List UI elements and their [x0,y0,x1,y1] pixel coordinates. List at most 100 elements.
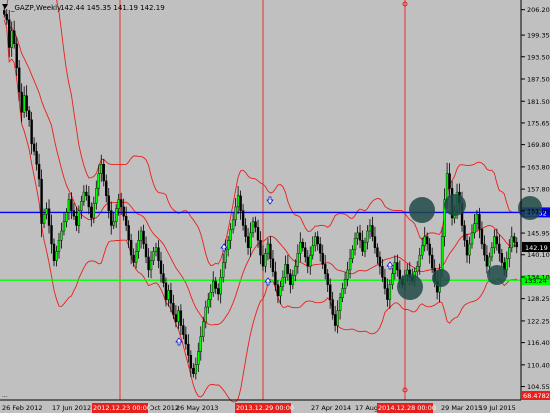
candle-body [214,280,217,289]
candle-body [77,210,81,226]
candle-body [463,225,466,241]
candle-body [52,243,56,261]
candle-body [105,180,108,196]
candle-body [428,243,431,256]
candle-body [478,214,481,230]
candle-body [72,210,76,217]
candle-body [338,297,342,311]
candle-body [448,173,451,189]
candle-body [281,277,285,287]
candle-body [159,260,163,274]
candle-body [346,269,349,280]
candle-body [37,164,41,180]
candle-body [251,221,255,234]
time-tick-label: 27 Apr 2014 [311,404,351,412]
candle-body [301,241,304,248]
price-tick-label: 157.80 [527,186,550,194]
candle-body [249,232,252,248]
candle-body [62,221,66,232]
candle-body [212,280,215,293]
candle-body [430,254,434,269]
candle-body [75,215,78,226]
candle-body [261,254,265,267]
candle-body [353,238,357,250]
candle-body [391,273,394,285]
candle-body [510,236,513,248]
price-tick-label: 199.35 [527,32,550,40]
candle-body [393,262,397,274]
candle-body [378,256,382,267]
candle-body [279,286,282,297]
candle-body [480,228,484,245]
chart-window[interactable]: 151.52133.24142.19 206.20199.35193.50187… [0,0,550,413]
bottom-right-label: 68.4782 [523,392,550,400]
candle-body [495,236,499,245]
plot-area[interactable] [0,0,521,400]
candle-body [97,173,100,189]
candle-body [236,195,240,208]
price-tick-label: 145.95 [527,230,550,238]
candle-body [368,225,372,232]
candle-body [169,290,173,304]
candle-body [87,195,91,208]
candle-body [115,208,118,222]
candle-body [162,273,165,284]
candle-body [179,310,183,326]
candle-body [361,240,364,252]
candle-body [381,266,384,278]
candle-body [60,230,63,241]
candle-body [122,206,125,217]
price-chart[interactable]: 151.52133.24142.19 206.20199.35193.50187… [0,0,550,413]
price-tick-label: 187.50 [527,76,550,84]
candle-body [276,284,280,297]
candle-body [386,288,389,300]
candle-body [294,266,297,276]
candle-body [182,325,185,336]
candle-body [246,236,250,248]
candle-body [22,95,26,113]
candle-body [119,199,123,208]
candle-body [117,199,120,209]
candle-body [470,232,474,245]
candle-body [90,206,93,219]
candle-body [231,219,235,230]
candle-body [194,364,198,374]
candle-body [134,251,138,263]
candle-body [189,355,193,369]
time-tick-label: 26 May 2013 [176,404,218,412]
candle-body [326,273,329,285]
candle-body [137,240,140,252]
price-tick-label: 128.25 [527,295,550,303]
candle-body [199,336,202,352]
candle-body [465,240,469,256]
candle-body [423,236,426,247]
candle-body [376,247,379,258]
candle-body [164,282,168,300]
candle-body [129,240,133,256]
candle-body [498,243,501,254]
candle-body [40,178,43,224]
candle-body [274,271,277,285]
candle-body [363,241,367,252]
candle-body [35,151,38,165]
candle-body [289,273,292,285]
highlight-circle [487,265,507,285]
candle-body [112,221,115,226]
candle-body [321,253,324,265]
price-tick-label: 175.65 [527,119,550,127]
candle-body [152,251,155,261]
highlight-circle [397,274,423,300]
candle-body [124,215,128,226]
candle-body [30,119,33,145]
candle-body [65,212,68,222]
candle-body [291,275,295,285]
candle-body [490,247,494,258]
price-tick-label: 163.80 [527,163,550,171]
candle-body [493,236,496,248]
time-tick-label: 19 Jul 2015 [479,404,516,412]
candle-body [85,191,88,196]
candle-body [55,251,58,261]
candle-body [296,253,300,267]
candle-body [204,306,207,323]
candle-body [221,262,225,278]
